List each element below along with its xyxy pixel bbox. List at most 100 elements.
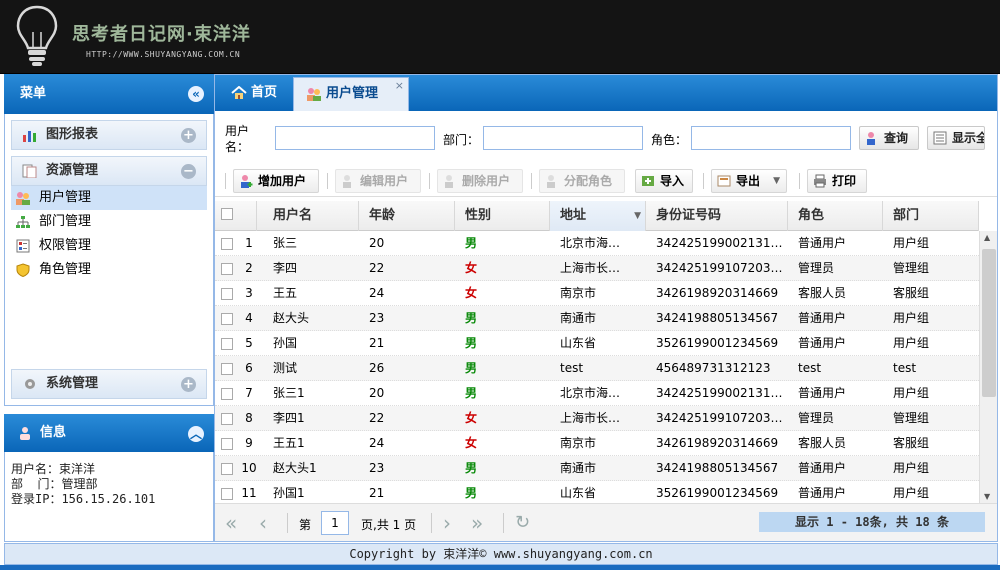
tab-label: 用户管理 (326, 86, 379, 101)
previous-page-icon[interactable]: ‹ (259, 513, 267, 533)
column-header-department[interactable]: 部门 (883, 201, 979, 231)
table-row[interactable]: 4 赵大头 23 男 南通市 3424198805134567 普通用户 用户组 (215, 306, 979, 331)
import-button[interactable]: 导入 (635, 169, 693, 193)
expand-icon[interactable]: + (181, 128, 196, 143)
first-page-icon[interactable]: « (225, 513, 237, 533)
cell-address: 南通市 (560, 461, 597, 475)
show-all-button[interactable]: 显示全部 (927, 126, 985, 150)
cell-age: 23 (369, 461, 385, 475)
bottom-border (0, 565, 1000, 570)
username-input[interactable] (275, 126, 435, 150)
row-number: 1 (245, 236, 253, 250)
table-row[interactable]: 1 张三 20 男 北京市海… 342425199002131… 普通用户 用户组 (215, 231, 979, 256)
table-row[interactable]: 7 张三1 20 男 北京市海… 342425199002131… 普通用户 用户组 (215, 381, 979, 406)
left-panel: 菜单 « 图形报表 + 资源管理 − 用户管理 部门管理 权限管理 角色管理 系… (4, 74, 214, 542)
close-tab-icon[interactable]: × (395, 70, 404, 102)
table-row[interactable]: 2 李四 22 女 上海市长… 342425199107203… 管理员 管理组 (215, 256, 979, 281)
row-checkbox[interactable] (221, 263, 233, 275)
tab-user-management[interactable]: 用户管理 × (293, 77, 409, 111)
row-checkbox[interactable] (221, 288, 233, 300)
table-row[interactable]: 6 测试 26 男 test 456489731312123 test test (215, 356, 979, 381)
cell-gender: 男 (465, 361, 478, 375)
last-page-icon[interactable]: » (471, 513, 483, 533)
sidebar-item-departments[interactable]: 部门管理 (11, 210, 207, 234)
column-header-address[interactable]: 地址 ▼ (550, 201, 646, 231)
refresh-icon[interactable]: ↻ (515, 514, 530, 532)
row-number: 9 (245, 436, 253, 450)
main-panel: 首页 用户管理 × 用户名： 部门： 角色： 查询 显示全部 增加用户 (214, 74, 998, 542)
sidebar-item-roles[interactable]: 角色管理 (11, 258, 207, 282)
sidebar-item-label: 部门管理 (39, 214, 92, 229)
row-checkbox[interactable] (221, 488, 233, 500)
tab-home[interactable]: 首页 (219, 77, 291, 111)
collapse-left-icon[interactable]: « (188, 86, 204, 102)
cell-age: 26 (369, 361, 385, 375)
cell-address: 南京市 (560, 436, 597, 450)
row-checkbox[interactable] (221, 413, 233, 425)
user-grid: 用户名 年龄 性别 地址 ▼ 身份证号码 角色 部门 1 张三 20 男北京市海… 342… (215, 201, 979, 506)
cell-address: 上海市长… (560, 261, 621, 275)
role-input[interactable] (691, 126, 851, 150)
add-user-button[interactable]: 增加用户 (233, 169, 319, 193)
cell-id-number: 3424198805134567 (656, 461, 779, 475)
table-row[interactable]: 3 王五 24 女 南京市 3426198920314669 客服人员 客服组 (215, 281, 979, 306)
menu-header: 菜单 « (4, 74, 214, 114)
sort-menu-icon[interactable]: ▼ (634, 201, 641, 231)
sidebar-item-permissions[interactable]: 权限管理 (11, 234, 207, 258)
row-number: 10 (241, 461, 257, 475)
print-button[interactable]: 打印 (807, 169, 867, 193)
grid-vertical-scrollbar[interactable]: ▲ ▼ (979, 231, 997, 503)
row-checkbox[interactable] (221, 238, 233, 250)
page-number-input[interactable]: 1 (321, 511, 349, 535)
menu-group-label: 资源管理 (46, 163, 99, 178)
select-all-checkbox[interactable] (221, 208, 233, 220)
row-checkbox[interactable] (221, 363, 233, 375)
edit-user-label: 编辑用户 (360, 174, 409, 188)
show-all-button-label: 显示全部 (952, 131, 984, 145)
scrollbar-thumb[interactable] (982, 249, 996, 397)
edit-user-button[interactable]: 编辑用户 (335, 169, 421, 193)
table-row[interactable]: 10 赵大头1 23 男 南通市 3424198805134567 普通用户 用户组 (215, 456, 979, 481)
sidebar-item-users[interactable]: 用户管理 (11, 186, 207, 210)
permission-list-icon (16, 239, 30, 253)
dept-input[interactable] (483, 126, 643, 150)
row-checkbox[interactable] (221, 388, 233, 400)
scroll-up-icon[interactable]: ▲ (984, 233, 990, 242)
delete-user-button[interactable]: 删除用户 (437, 169, 523, 193)
menu-group-charts[interactable]: 图形报表 + (11, 120, 207, 150)
collapse-info-icon[interactable]: ︿ (188, 426, 204, 442)
toolbar-divider (703, 173, 704, 189)
scroll-down-icon[interactable]: ▼ (984, 492, 990, 501)
cell-username: 赵大头 (273, 311, 310, 325)
row-checkbox[interactable] (221, 313, 233, 325)
cell-address: 北京市海… (560, 236, 621, 250)
menu-group-system[interactable]: 系统管理 + (11, 369, 207, 399)
collapse-icon[interactable]: − (181, 164, 196, 179)
table-row[interactable]: 8 李四1 22 女 上海市长… 342425199107203… 管理员 管理组 (215, 406, 979, 431)
page-count-text: 页,共 1 页 (361, 518, 417, 532)
export-dropdown-button[interactable]: 导出 ▼ (711, 169, 787, 193)
row-checkbox[interactable] (221, 463, 233, 475)
lightbulb-logo-icon (16, 5, 58, 66)
expand-icon[interactable]: + (181, 377, 196, 392)
menu-group-resources[interactable]: 资源管理 − (11, 156, 207, 186)
query-button[interactable]: 查询 (859, 126, 919, 150)
assign-role-button[interactable]: 分配角色 (539, 169, 625, 193)
column-header-id-number[interactable]: 身份证号码 (646, 201, 788, 231)
row-number: 2 (245, 261, 253, 275)
add-user-label: 增加用户 (258, 174, 307, 188)
cell-gender: 男 (465, 311, 478, 325)
column-header-gender[interactable]: 性别 (455, 201, 550, 231)
column-header-username[interactable]: 用户名 (257, 201, 359, 231)
cell-username: 李四 (273, 261, 298, 275)
assign-role-icon (547, 175, 555, 188)
cell-role: 普通用户 (798, 386, 847, 400)
table-row[interactable]: 9 王五1 24 女 南京市 3426198920314669 客服人员 客服组 (215, 431, 979, 456)
row-checkbox[interactable] (221, 438, 233, 450)
cell-role: 客服人员 (798, 436, 847, 450)
row-checkbox[interactable] (221, 338, 233, 350)
next-page-icon[interactable]: › (443, 513, 451, 533)
table-row[interactable]: 5 孙国 21 男 山东省 3526199001234569 普通用户 用户组 (215, 331, 979, 356)
column-header-role[interactable]: 角色 (788, 201, 883, 231)
column-header-age[interactable]: 年龄 (359, 201, 455, 231)
